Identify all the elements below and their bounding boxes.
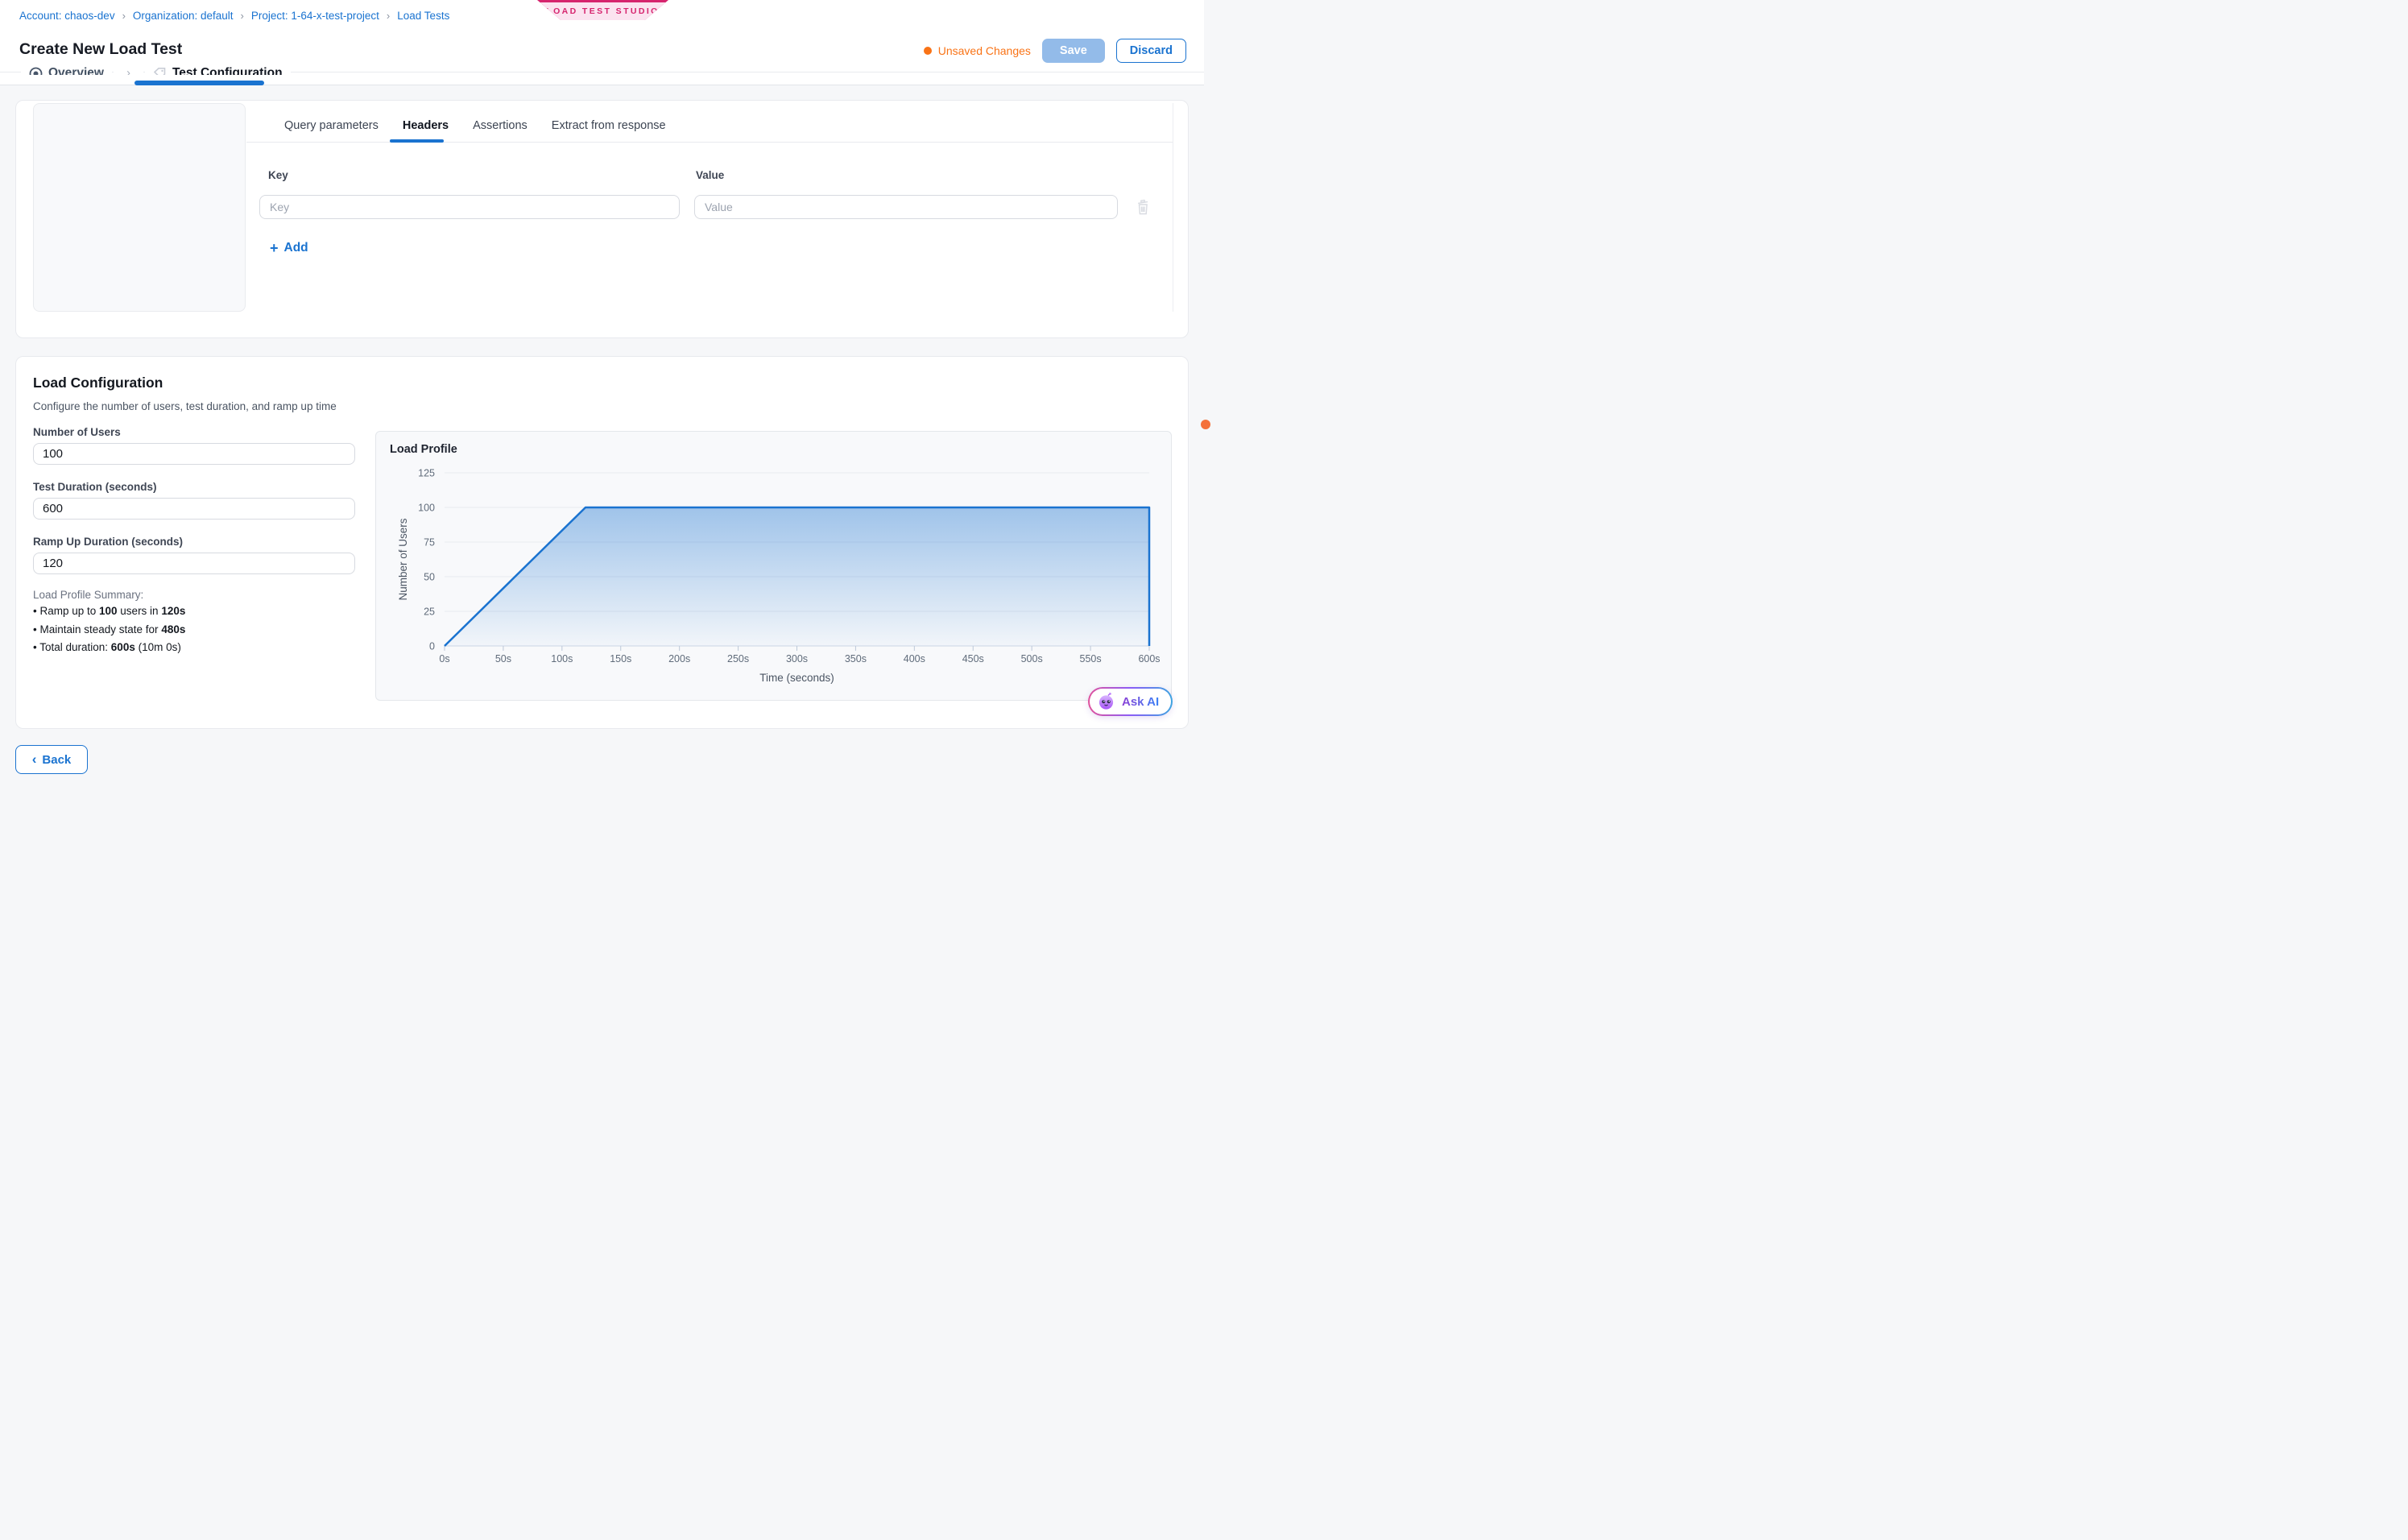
step-label: Overview xyxy=(48,66,104,75)
breadcrumb: Account: chaos-dev › Organization: default… xyxy=(19,10,449,22)
number-of-users-input[interactable] xyxy=(33,443,355,465)
request-tabs-border xyxy=(246,142,1173,143)
ramp-up-duration-seconds-label: Ramp Up Duration (seconds) xyxy=(33,536,355,548)
trash-icon xyxy=(1136,199,1151,215)
unsaved-changes-label: Unsaved Changes xyxy=(938,44,1031,57)
svg-text:125: 125 xyxy=(418,468,435,479)
load-test-studio-badge-label: LOAD TEST STUDIO xyxy=(537,2,668,20)
svg-text:550s: 550s xyxy=(1080,653,1102,664)
svg-text:50s: 50s xyxy=(495,653,511,664)
key-input[interactable] xyxy=(259,195,680,219)
breadcrumb-link[interactable]: Account: chaos-dev xyxy=(19,10,115,22)
save-button[interactable]: Save xyxy=(1042,39,1105,63)
breadcrumb-link[interactable]: Organization: default xyxy=(133,10,234,22)
request-tab-active-underline xyxy=(390,139,444,143)
delete-row-button[interactable] xyxy=(1135,199,1151,215)
unsaved-changes-dot-icon xyxy=(924,47,932,55)
svg-text:75: 75 xyxy=(424,537,435,549)
summary-bullet: • Total duration: 600s (10m 0s) xyxy=(33,642,185,653)
ramp-up-duration-seconds-input[interactable] xyxy=(33,553,355,574)
breadcrumb-separator-icon: › xyxy=(122,10,126,22)
svg-text:100s: 100s xyxy=(551,653,573,664)
load-configuration-title: Load Configuration xyxy=(33,375,163,391)
breadcrumb-link[interactable]: Project: 1-64-x-test-project xyxy=(251,10,379,22)
step-label: Test Configuration xyxy=(172,66,283,75)
back-chevron-icon: ‹ xyxy=(32,754,37,765)
load-test-studio-badge: LOAD TEST STUDIO xyxy=(537,0,668,20)
wizard-steps: Overview › Test Configuration xyxy=(0,65,1204,75)
value-input[interactable] xyxy=(694,195,1118,219)
active-step-underline xyxy=(134,81,264,85)
svg-text:300s: 300s xyxy=(786,653,808,664)
add-button-label: Add xyxy=(284,241,308,255)
load-configuration-form: Number of Users Test Duration (seconds) Ra… xyxy=(33,426,355,590)
svg-text:Time (seconds): Time (seconds) xyxy=(759,672,834,684)
plus-icon: + xyxy=(270,242,279,255)
tab-query-parameters[interactable]: Query parameters xyxy=(284,119,379,140)
svg-text:500s: 500s xyxy=(1021,653,1043,664)
breadcrumb-link[interactable]: Load Tests xyxy=(397,10,449,22)
steps-list: Overview › Test Configuration xyxy=(21,66,291,75)
page-title: Create New Load Test xyxy=(19,40,182,59)
test-duration-seconds-input[interactable] xyxy=(33,498,355,520)
load-configuration-subtitle: Configure the number of users, test dura… xyxy=(33,400,337,412)
load-profile-summary-title: Load Profile Summary: xyxy=(33,589,143,601)
step-test-configuration[interactable]: Test Configuration xyxy=(145,66,291,75)
floating-notification-dot[interactable] xyxy=(1201,420,1210,429)
ask-ai-label: Ask AI xyxy=(1122,695,1159,709)
request-tabs: Query parameters Headers Assertions Extract… xyxy=(284,119,666,140)
tab-extract-from-response[interactable]: Extract from response xyxy=(552,119,666,140)
svg-text:400s: 400s xyxy=(904,653,925,664)
svg-text:150s: 150s xyxy=(610,653,631,664)
back-button-label: Back xyxy=(42,753,71,767)
summary-bullet: • Ramp up to 100 users in 120s xyxy=(33,606,185,617)
chart-canvas: 0 25 50 75 100 125 0s 50s 100s 150s 200s 250s 300s 35… xyxy=(376,432,1171,700)
number-of-users-label: Number of Users xyxy=(33,426,355,438)
request-list-pane[interactable] xyxy=(33,103,246,312)
page-header: Account: chaos-dev › Organization: default… xyxy=(0,0,1204,85)
svg-text:600s: 600s xyxy=(1138,653,1160,664)
unsaved-changes-status: Unsaved Changes xyxy=(924,44,1031,57)
svg-text:Number of Users: Number of Users xyxy=(397,518,409,600)
svg-text:200s: 200s xyxy=(668,653,690,664)
step-separator-icon: › xyxy=(114,66,143,75)
ask-ai-button[interactable]: Ask AI xyxy=(1088,687,1173,716)
tab-assertions[interactable]: Assertions xyxy=(473,119,528,140)
summary-bullet: • Maintain steady state for 480s xyxy=(33,624,185,635)
request-configuration-card: Query parameters Headers Assertions Extract… xyxy=(15,100,1189,338)
svg-text:250s: 250s xyxy=(727,653,749,664)
svg-text:25: 25 xyxy=(424,606,435,618)
discard-button[interactable]: Discard xyxy=(1116,39,1186,63)
value-column-label: Value xyxy=(696,169,724,181)
breadcrumb-separator-icon: › xyxy=(387,10,390,22)
key-column-label: Key xyxy=(268,169,288,181)
svg-text:350s: 350s xyxy=(845,653,867,664)
load-configuration-card: Load Configuration Configure the number … xyxy=(15,356,1189,729)
overview-icon xyxy=(29,67,43,75)
tag-icon xyxy=(153,67,167,75)
test-duration-seconds-label: Test Duration (seconds) xyxy=(33,481,355,493)
header-actions: Unsaved Changes Save Discard xyxy=(924,39,1186,63)
back-button[interactable]: ‹ Back xyxy=(15,745,88,774)
load-profile-chart: Load Profile 02550751001250s50s100s150s2… xyxy=(375,431,1172,701)
breadcrumb-separator-icon: › xyxy=(241,10,244,22)
step-overview[interactable]: Overview xyxy=(21,66,112,75)
svg-text:0: 0 xyxy=(429,641,435,652)
svg-text:50: 50 xyxy=(424,572,435,583)
svg-text:450s: 450s xyxy=(962,653,984,664)
tab-headers[interactable]: Headers xyxy=(403,119,449,140)
svg-text:0s: 0s xyxy=(439,653,449,664)
load-profile-summary-list: • Ramp up to 100 users in 120s • Maintain… xyxy=(33,606,185,660)
add-header-button[interactable]: + Add xyxy=(270,241,308,255)
svg-text:100: 100 xyxy=(418,503,435,514)
ai-mascot-icon xyxy=(1097,692,1116,711)
